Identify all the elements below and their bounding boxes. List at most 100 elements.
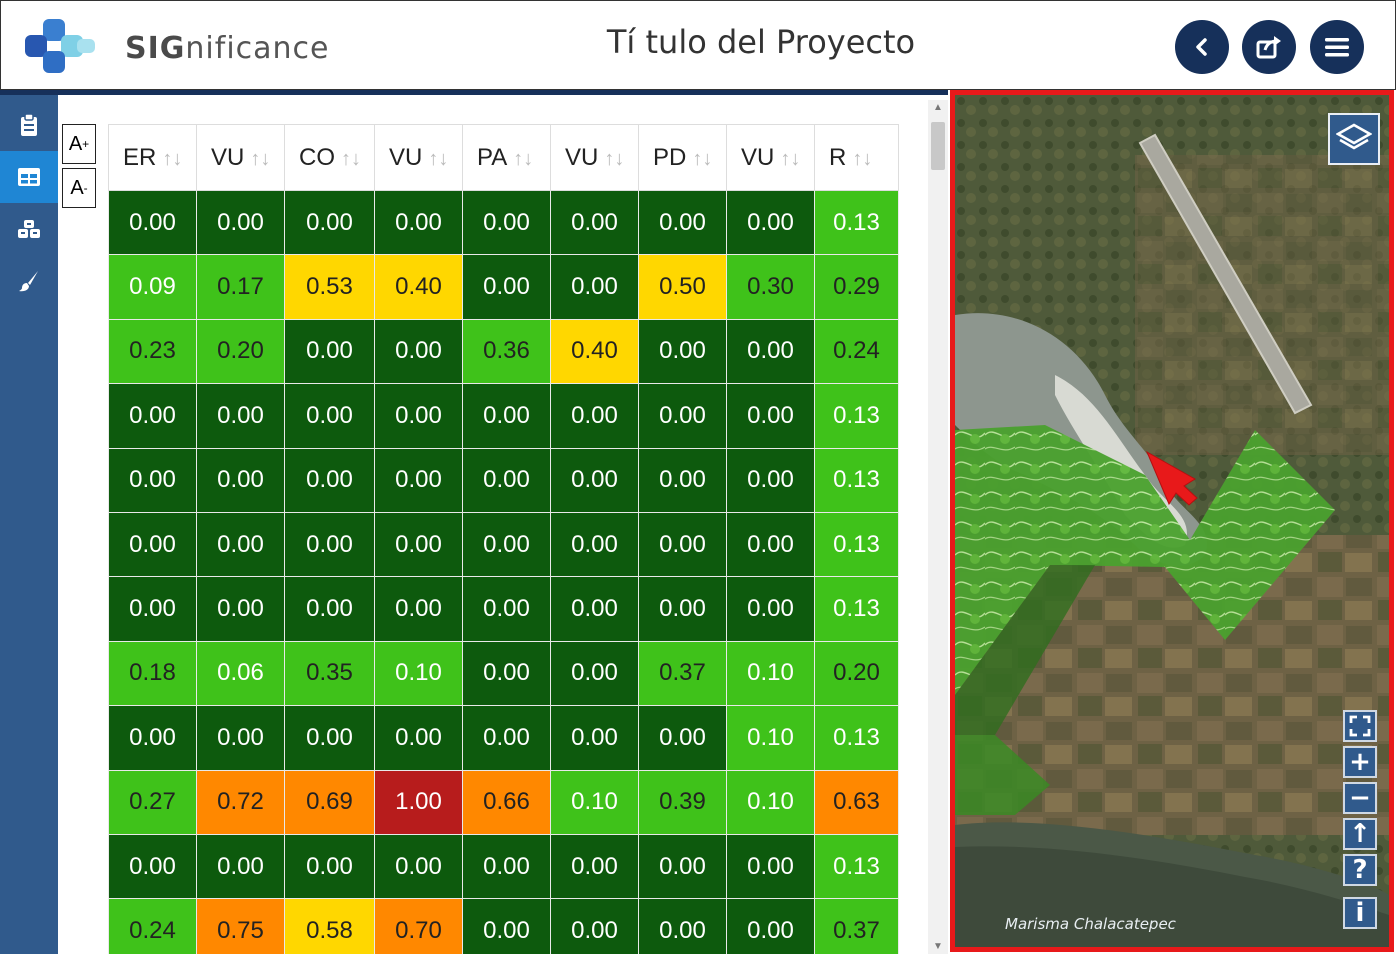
table-cell: 0.00 — [638, 705, 727, 771]
table-cell: 0.29 — [814, 254, 899, 320]
table-row[interactable]: 0.23 0.20 0.00 0.00 0.36 0.40 0.00 0.00 0.24 — [108, 318, 899, 385]
table-cell: 0.10 — [550, 769, 639, 835]
table-cell: 0.00 — [284, 189, 375, 256]
sort-icon[interactable]: ↑↓ — [604, 148, 624, 170]
zoom-in-button[interactable]: + — [1343, 746, 1377, 778]
sort-icon[interactable]: ↑↓ — [162, 148, 182, 170]
table-cell: 0.00 — [284, 511, 375, 578]
table-cell: 0.17 — [196, 254, 285, 320]
table-cell: 1.00 — [374, 769, 463, 835]
sidebar-item-table[interactable] — [0, 151, 58, 203]
table-cell: 0.00 — [374, 833, 463, 900]
table-cell: 0.00 — [462, 705, 551, 771]
table-cell: 0.00 — [462, 833, 551, 900]
table-cell: 0.35 — [284, 640, 375, 707]
table-cell: 0.63 — [814, 769, 899, 835]
fullscreen-button[interactable] — [1343, 710, 1377, 742]
table-cell: 0.00 — [550, 254, 639, 320]
map-view[interactable]: + − ↑ ? i Marisma Chalacatepec — [950, 90, 1394, 952]
table-cell: 0.00 — [638, 189, 727, 256]
scroll-up-icon[interactable]: ▲ — [928, 102, 948, 113]
table-cell: 0.13 — [814, 189, 899, 256]
sort-icon[interactable]: ↑↓ — [692, 148, 712, 170]
sort-icon[interactable]: ↑↓ — [852, 148, 872, 170]
column-header[interactable]: PA ↑↓ — [462, 124, 551, 191]
column-header[interactable]: ER ↑↓ — [108, 124, 197, 191]
brand-name: SIGnificance — [125, 31, 330, 66]
column-header[interactable]: VU ↑↓ — [196, 124, 285, 191]
column-header-label: CO — [299, 143, 335, 171]
table-cell: 0.10 — [374, 640, 463, 707]
table-scrollbar[interactable]: ▲ ▼ — [928, 100, 948, 954]
column-header[interactable]: CO ↑↓ — [284, 124, 375, 191]
table-cell: 0.00 — [284, 318, 375, 385]
column-header[interactable]: VU ↑↓ — [726, 124, 815, 191]
table-cell: 0.40 — [374, 254, 463, 320]
north-arrow-button[interactable]: ↑ — [1343, 818, 1377, 850]
north-arrow-icon: ↑ — [1349, 819, 1371, 849]
column-header-label: PA — [477, 143, 508, 171]
table-cell: 0.00 — [462, 511, 551, 578]
table-icon — [18, 168, 40, 186]
table-cell: 0.39 — [638, 769, 727, 835]
table-cell: 0.00 — [550, 898, 639, 954]
column-header[interactable]: R ↑↓ — [814, 124, 899, 191]
sort-icon[interactable]: ↑↓ — [341, 148, 361, 170]
table-cell: 0.00 — [284, 447, 375, 513]
table-cell: 0.27 — [108, 769, 197, 835]
table-row[interactable]: 0.00 0.00 0.00 0.00 0.00 0.00 0.00 0.00 0.13 — [108, 833, 899, 900]
table-cell: 0.00 — [108, 511, 197, 578]
table-cell: 0.00 — [374, 318, 463, 385]
table-cell: 0.53 — [284, 254, 375, 320]
column-header[interactable]: VU ↑↓ — [374, 124, 463, 191]
table-row[interactable]: 0.09 0.17 0.53 0.40 0.00 0.00 0.50 0.30 0.29 — [108, 254, 899, 320]
sort-icon[interactable]: ↑↓ — [780, 148, 800, 170]
sort-icon[interactable]: ↑↓ — [513, 148, 533, 170]
table-row[interactable]: 0.00 0.00 0.00 0.00 0.00 0.00 0.00 0.00 0.13 — [108, 447, 899, 513]
table-cell: 0.00 — [462, 447, 551, 513]
sort-icon[interactable]: ↑↓ — [250, 148, 270, 170]
table-cell: 0.72 — [196, 769, 285, 835]
back-button[interactable] — [1175, 20, 1229, 74]
table-row[interactable]: 0.00 0.00 0.00 0.00 0.00 0.00 0.00 0.00 0.13 — [108, 576, 899, 642]
table-row[interactable]: 0.00 0.00 0.00 0.00 0.00 0.00 0.00 0.00 0.13 — [108, 383, 899, 449]
scrollbar-thumb[interactable] — [931, 122, 945, 170]
table-row[interactable]: 0.27 0.72 0.69 1.00 0.66 0.10 0.39 0.10 0.63 — [108, 769, 899, 835]
column-header[interactable]: PD ↑↓ — [638, 124, 727, 191]
table-row[interactable]: 0.00 0.00 0.00 0.00 0.00 0.00 0.00 0.10 0.13 — [108, 705, 899, 771]
table-cell: 0.00 — [550, 189, 639, 256]
table-cell: 0.00 — [462, 189, 551, 256]
table-cell: 0.00 — [550, 511, 639, 578]
results-table: ER ↑↓ VU ↑↓ CO ↑↓ VU ↑↓ PA ↑↓ VU ↑↓ PD ↑↓ VU ↑↓ R ↑↓ 0.00… — [108, 124, 899, 954]
help-button[interactable]: ? — [1343, 854, 1377, 886]
font-decrease-button[interactable]: A- — [62, 168, 96, 208]
column-header[interactable]: VU ↑↓ — [550, 124, 639, 191]
table-row[interactable]: 0.00 0.00 0.00 0.00 0.00 0.00 0.00 0.00 0.13 — [108, 189, 899, 256]
layers-button[interactable] — [1328, 113, 1380, 165]
satellite-imagery — [955, 95, 1389, 947]
share-button[interactable] — [1242, 20, 1296, 74]
table-cell: 0.00 — [638, 447, 727, 513]
sidebar-item-report[interactable] — [0, 99, 58, 151]
info-icon: i — [1355, 898, 1365, 928]
table-cell: 0.00 — [638, 383, 727, 449]
table-row[interactable]: 0.18 0.06 0.35 0.10 0.00 0.00 0.37 0.10 0.20 — [108, 640, 899, 707]
table-cell: 0.00 — [284, 576, 375, 642]
table-row[interactable]: 0.24 0.75 0.58 0.70 0.00 0.00 0.00 0.00 0.37 — [108, 898, 899, 954]
table-cell: 0.00 — [726, 576, 815, 642]
zoom-out-button[interactable]: − — [1343, 782, 1377, 814]
info-button[interactable]: i — [1343, 897, 1377, 929]
table-cell: 0.00 — [462, 640, 551, 707]
font-increase-button[interactable]: A + — [62, 124, 96, 164]
sidebar-item-style[interactable] — [0, 255, 58, 307]
sort-icon[interactable]: ↑↓ — [428, 148, 448, 170]
scroll-down-icon[interactable]: ▼ — [928, 941, 948, 952]
sidebar-item-modules[interactable] — [0, 203, 58, 255]
table-cell: 0.00 — [284, 705, 375, 771]
table-cell: 0.00 — [726, 898, 815, 954]
table-cell: 0.00 — [374, 189, 463, 256]
table-row[interactable]: 0.00 0.00 0.00 0.00 0.00 0.00 0.00 0.00 0.13 — [108, 511, 899, 578]
menu-button[interactable] — [1310, 20, 1364, 74]
table-cell: 0.00 — [196, 447, 285, 513]
menu-icon — [1325, 38, 1349, 57]
